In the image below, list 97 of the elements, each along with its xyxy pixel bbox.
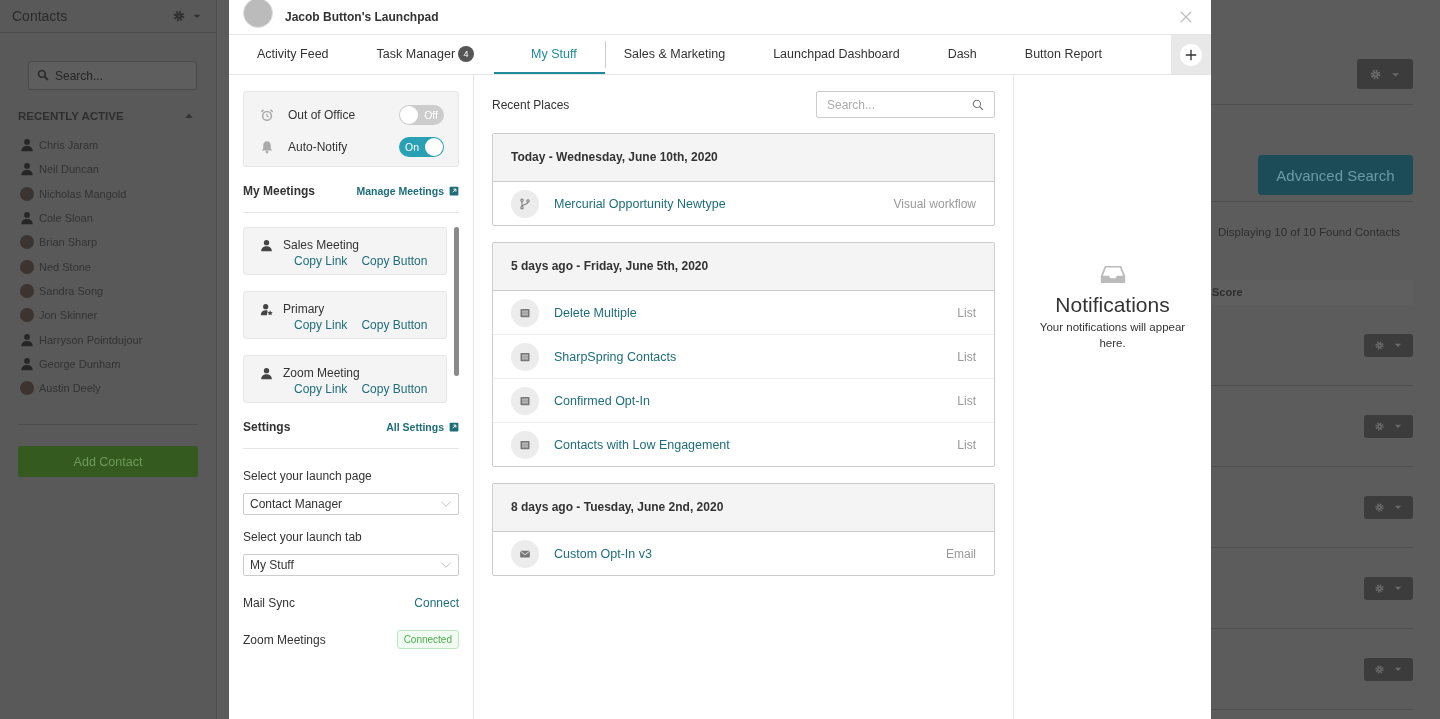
tab[interactable]: Sales & Marketing — [605, 35, 746, 74]
link[interactable]: Copy Button — [361, 318, 428, 332]
empty-message: Your notifications will appear here. — [1038, 320, 1187, 351]
field-label: Select your launch tab — [243, 530, 363, 544]
person-icon — [260, 238, 273, 252]
alarm-clock-icon — [260, 108, 274, 122]
item-type: List — [957, 349, 976, 364]
person-icon — [20, 356, 34, 371]
row-actions-button[interactable] — [1364, 333, 1413, 357]
list-badge-icon — [511, 298, 539, 327]
avatar — [20, 283, 34, 298]
recent-item-link[interactable]: Mercurial Opportunity Newtype — [554, 196, 894, 211]
toggle-switch[interactable]: On — [399, 137, 444, 157]
plus-icon — [1184, 47, 1198, 62]
item-type: Visual workflow — [893, 196, 976, 211]
section-heading: Settings — [243, 420, 291, 434]
avatar — [20, 186, 34, 201]
item-type: List — [957, 305, 976, 320]
item-type: List — [957, 393, 976, 408]
list-badge-icon — [511, 386, 539, 415]
group-heading: 8 days ago - Tuesday, June 2nd, 2020 — [493, 484, 994, 532]
person-icon — [20, 138, 34, 153]
person-icon — [260, 366, 273, 380]
search-icon — [37, 69, 49, 81]
list-badge-icon — [511, 342, 539, 371]
group-heading: Today - Wednesday, June 10th, 2020 — [493, 134, 994, 182]
external-link-icon — [449, 422, 459, 432]
toggle-label: Out of Office — [288, 108, 357, 122]
recent-item-link[interactable]: Confirmed Opt-In — [554, 393, 958, 408]
recent-item-link[interactable]: SharpSpring Contacts — [554, 349, 958, 364]
count-badge: 4 — [458, 45, 475, 62]
meeting-name: Primary — [283, 302, 325, 316]
link[interactable]: Copy Button — [361, 382, 428, 396]
link[interactable]: All Settings — [386, 421, 459, 433]
group-heading: 5 days ago - Friday, June 5th, 2020 — [493, 243, 994, 291]
dialog-title: Jacob Button's Launchpad — [285, 10, 440, 24]
avatar — [20, 381, 34, 396]
search-icon — [972, 99, 984, 111]
list-badge-icon — [511, 430, 539, 459]
settings-icon — [1374, 420, 1385, 432]
tab[interactable]: Launchpad Dashboard — [745, 35, 920, 74]
recent-item-link[interactable]: Delete Multiple — [554, 305, 958, 320]
meeting-name: Sales Meeting — [283, 238, 360, 252]
field-label: Select your launch page — [243, 469, 373, 483]
dropdown[interactable]: Contact Manager — [243, 493, 459, 515]
avatar — [20, 259, 34, 274]
settings-menu-button[interactable] — [1357, 59, 1413, 89]
close-icon[interactable] — [1179, 10, 1193, 24]
advanced-search-button[interactable]: Advanced Search — [1258, 155, 1413, 195]
person-icon — [20, 162, 34, 177]
settings-icon — [1369, 67, 1382, 81]
person-star-icon — [260, 302, 273, 316]
settings-icon — [1374, 663, 1385, 675]
scrollbar[interactable] — [454, 227, 459, 376]
link[interactable]: Copy Link — [294, 318, 348, 332]
status-badge: Connected — [396, 630, 459, 649]
link[interactable]: Manage Meetings — [356, 185, 459, 197]
integration-label: Zoom Meetings — [243, 632, 326, 647]
item-type: Email — [946, 546, 976, 561]
meeting-name: Zoom Meeting — [283, 366, 360, 380]
integration-label: Mail Sync — [243, 596, 295, 610]
person-icon — [20, 332, 34, 347]
notifications-heading: Notifications — [1055, 293, 1170, 317]
settings-icon — [172, 9, 186, 23]
section-heading: My Meetings — [243, 184, 315, 198]
avatar — [243, 0, 273, 28]
tab[interactable]: Activity Feed — [229, 35, 349, 74]
connect-link[interactable]: Connect — [414, 596, 459, 610]
row-actions-button[interactable] — [1364, 414, 1413, 438]
link[interactable]: Copy Link — [294, 382, 348, 396]
branch-badge-icon — [511, 189, 539, 218]
row-actions-button[interactable] — [1364, 576, 1413, 600]
settings-icon — [1374, 339, 1385, 351]
toggle-label: Auto-Notify — [288, 140, 349, 154]
link[interactable]: Copy Button — [361, 254, 428, 268]
recent-item-link[interactable]: Custom Opt-In v3 — [554, 546, 946, 561]
avatar — [20, 308, 34, 323]
envelope-badge-icon — [511, 539, 539, 568]
tab[interactable]: Dash — [919, 35, 997, 74]
link[interactable]: Copy Link — [294, 254, 348, 268]
avatar — [20, 235, 34, 250]
row-actions-button[interactable] — [1364, 657, 1413, 681]
settings-icon — [1374, 501, 1385, 513]
row-actions-button[interactable] — [1364, 495, 1413, 519]
settings-icon — [1374, 582, 1385, 594]
recent-item-link[interactable]: Contacts with Low Engagement — [554, 437, 958, 452]
section-heading: Recent Places — [492, 97, 570, 112]
external-link-icon — [449, 186, 459, 196]
tab[interactable]: Task Manager 4 — [348, 35, 495, 74]
item-type: List — [957, 437, 976, 452]
person-icon — [20, 211, 34, 226]
search-field[interactable]: Search... — [28, 61, 197, 90]
add-tab-button[interactable] — [1180, 43, 1202, 66]
collapse-icon[interactable] — [184, 111, 194, 121]
tab[interactable]: Button Report — [996, 35, 1122, 74]
dropdown[interactable]: My Stuff — [243, 554, 459, 576]
bell-icon — [260, 140, 274, 154]
